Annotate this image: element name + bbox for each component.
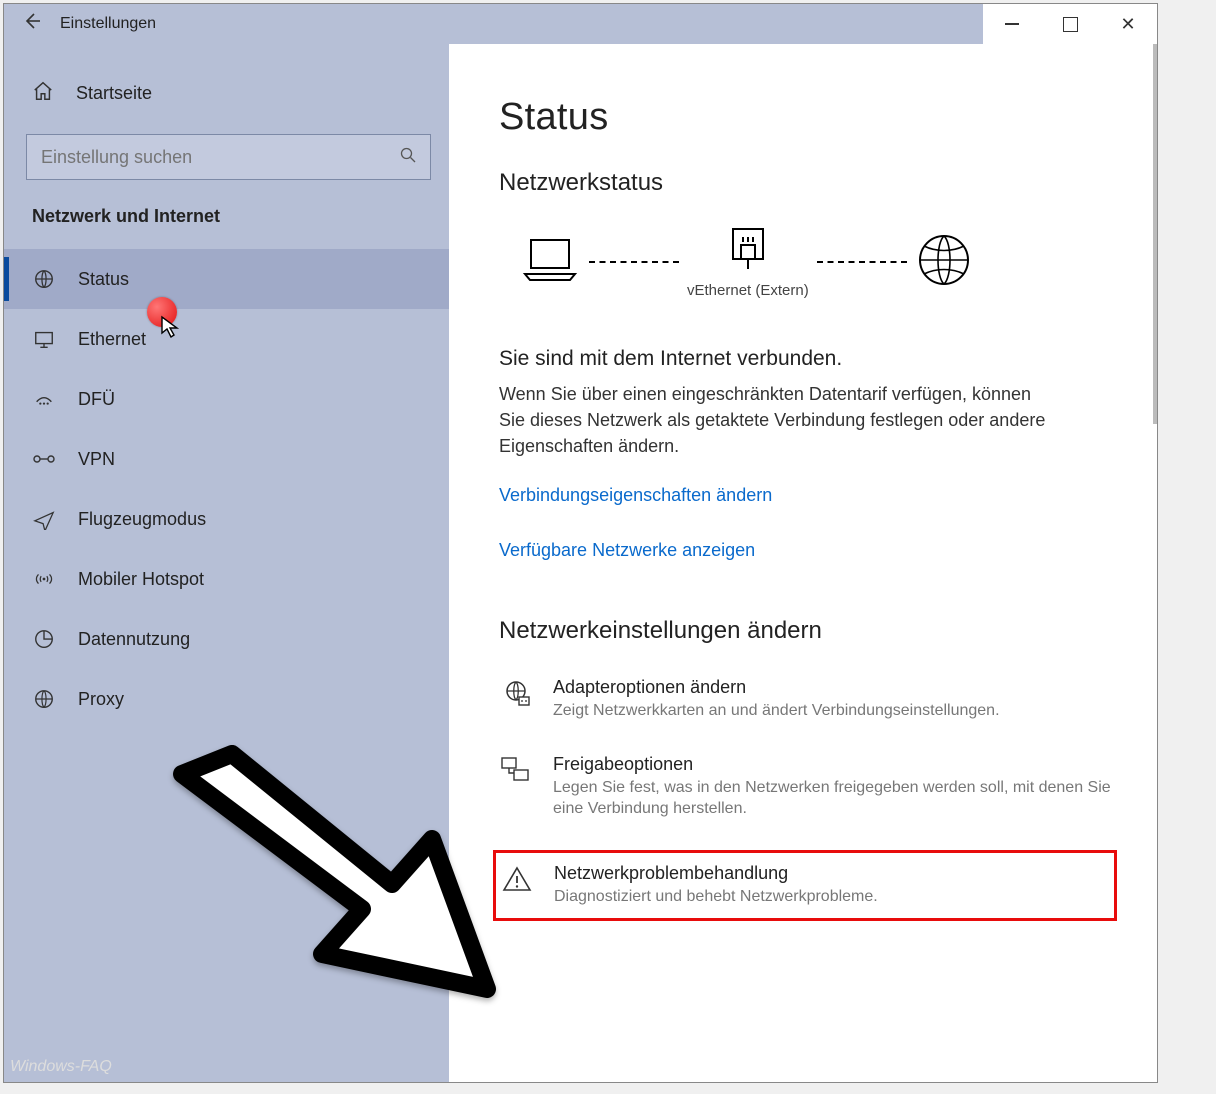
airplane-icon [32, 507, 56, 531]
connection-status-description: Wenn Sie über einen eingeschränkten Date… [499, 381, 1059, 459]
option-title: Freigabeoptionen [553, 754, 1113, 775]
window-maximize-button[interactable] [1041, 4, 1099, 44]
search-box[interactable] [26, 134, 431, 180]
sidebar-item-label: VPN [78, 449, 115, 470]
sidebar-item-label: Proxy [78, 689, 124, 710]
annotation-arrow [142, 744, 512, 1024]
section-network-status: Netzwerkstatus [499, 169, 1117, 197]
window-close-button[interactable]: ✕ [1099, 4, 1157, 44]
diagram-connection-label: vEthernet (Extern) [687, 282, 809, 299]
link-change-connection-props[interactable]: Verbindungseigenschaften ändern [499, 485, 1117, 506]
option-description: Zeigt Netzwerkkarten an und ändert Verbi… [553, 700, 1000, 722]
sidebar-item-ethernet[interactable]: Ethernet [4, 309, 449, 369]
cursor-icon [159, 315, 183, 339]
monitor-icon [32, 327, 56, 351]
section-change-network-settings: Netzwerkeinstellungen ändern [499, 617, 1117, 645]
sidebar-item-label: Datennutzung [78, 629, 190, 650]
laptop-icon [519, 234, 581, 286]
option-troubleshoot[interactable]: Netzwerkproblembehandlung Diagnostiziert… [493, 850, 1117, 921]
arrow-left-icon [22, 11, 42, 31]
watermark: Windows-FAQ [10, 1058, 112, 1076]
sidebar-home[interactable]: Startseite [4, 64, 449, 122]
window-minimize-button[interactable] [983, 4, 1041, 44]
network-diagram: vEthernet (Extern) [519, 225, 1117, 299]
main-content: Status Netzwerkstatus vEthernet (Extern)… [449, 44, 1157, 1082]
vpn-icon [32, 447, 56, 471]
search-icon [400, 147, 416, 168]
sidebar-item-label: Flugzeugmodus [78, 509, 206, 530]
sidebar-item-label: Mobiler Hotspot [78, 569, 204, 590]
sidebar-item-dialup[interactable]: DFÜ [4, 369, 449, 429]
option-description: Diagnostiziert und behebt Netzwerkproble… [554, 886, 878, 908]
back-button[interactable] [4, 11, 60, 37]
sidebar-item-airplane[interactable]: Flugzeugmodus [4, 489, 449, 549]
sidebar-item-label: Ethernet [78, 329, 146, 350]
option-sharing[interactable]: Freigabeoptionen Legen Sie fest, was in … [499, 752, 1117, 822]
window-title: Einstellungen [60, 15, 156, 33]
sidebar-item-label: DFÜ [78, 389, 115, 410]
ethernet-port-icon [727, 225, 769, 271]
adapter-icon [499, 679, 533, 713]
data-usage-icon [32, 627, 56, 651]
option-title: Adapteroptionen ändern [553, 677, 1000, 698]
option-description: Legen Sie fest, was in den Netzwerken fr… [553, 777, 1113, 820]
link-show-available-networks[interactable]: Verfügbare Netzwerke anzeigen [499, 540, 1117, 561]
dialup-icon [32, 387, 56, 411]
sidebar-item-status[interactable]: Status [4, 249, 449, 309]
option-adapter[interactable]: Adapteroptionen ändern Zeigt Netzwerkkar… [499, 675, 1117, 724]
sidebar-section-title: Netzwerk und Internet [4, 202, 449, 249]
sidebar-item-hotspot[interactable]: Mobiler Hotspot [4, 549, 449, 609]
globe-wire-icon [32, 267, 56, 291]
home-icon [32, 80, 54, 107]
option-title: Netzwerkproblembehandlung [554, 863, 878, 884]
hotspot-icon [32, 567, 56, 591]
sidebar-item-label: Status [78, 269, 129, 290]
connection-status-title: Sie sind mit dem Internet verbunden. [499, 347, 1117, 371]
scrollbar-thumb[interactable] [1153, 44, 1157, 424]
title-bar: Einstellungen ✕ [4, 4, 1157, 44]
sidebar-item-data-usage[interactable]: Datennutzung [4, 609, 449, 669]
sidebar-item-vpn[interactable]: VPN [4, 429, 449, 489]
search-input[interactable] [41, 147, 400, 168]
sidebar-home-label: Startseite [76, 83, 152, 104]
sidebar-item-proxy[interactable]: Proxy [4, 669, 449, 729]
internet-globe-icon [915, 231, 973, 289]
globe-icon [32, 687, 56, 711]
page-heading: Status [499, 96, 1117, 139]
